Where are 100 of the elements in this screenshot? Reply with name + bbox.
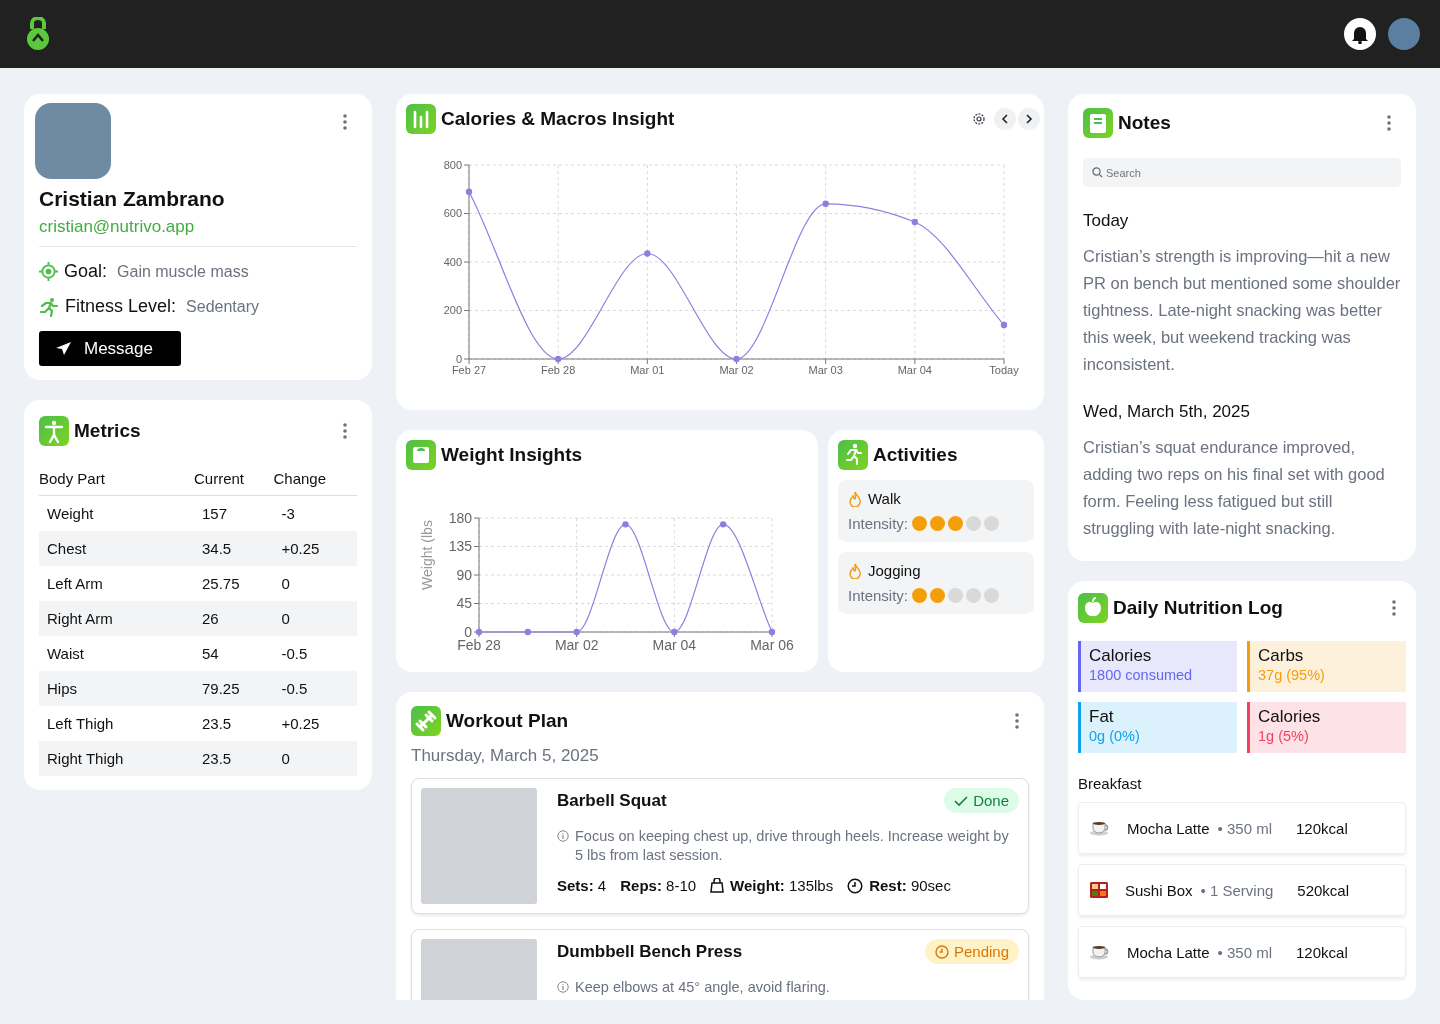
attribute-value: Sedentary [186, 297, 259, 316]
y-tick-label: 90 [456, 566, 472, 583]
table-cell: 157 [194, 495, 274, 531]
y-tick-label: 600 [443, 207, 462, 220]
y-tick-label: 135 [448, 538, 472, 555]
table-cell: -0.5 [273, 636, 357, 671]
table-cell: +0.25 [273, 531, 357, 566]
search-field[interactable]: Search [1083, 158, 1401, 187]
intensity-label: Intensity: [848, 515, 909, 532]
table-cell: Left Thigh [39, 706, 194, 741]
x-tick-label: Mar 04 [652, 637, 697, 653]
y-tick-label: 0 [455, 352, 462, 365]
macro-value: 37g (95%) [1258, 667, 1326, 683]
food-item[interactable]: Mocha Latte • 350 ml 120kcal [1078, 926, 1406, 978]
attribute-label: Fitness Level: [65, 296, 177, 317]
exercise-stat: Reps: 8-10 [620, 877, 697, 894]
table-cell: Weight [39, 495, 194, 531]
table-cell: -0.5 [273, 671, 357, 706]
table-cell: +0.25 [273, 706, 357, 741]
meal-heading: Breakfast [1078, 775, 1143, 792]
exercise-stat: Rest: 90sec [869, 877, 951, 894]
y-axis-title: Weight (lbs [419, 520, 435, 590]
x-tick-label: Mar 01 [630, 364, 665, 376]
activity-name: Walk [868, 490, 901, 507]
table-cell: 25.75 [194, 566, 274, 601]
y-tick-label: 200 [443, 304, 462, 317]
note-date: Today [1083, 211, 1130, 231]
food-calories: 120kcal [1296, 943, 1348, 961]
y-tick-label: 180 [448, 509, 472, 526]
message-button[interactable]: Message [39, 331, 181, 366]
card-title: Calories & Macros Insight [441, 108, 676, 130]
x-tick-label: Mar 06 [750, 637, 794, 653]
column-header: Body Part [39, 462, 194, 496]
exercise-note: Keep elbows at 45° angle, avoid flaring. [575, 978, 830, 997]
workout-date: Thursday, March 5, 2025 [411, 746, 600, 766]
food-item[interactable]: Mocha Latte • 350 ml 120kcal [1078, 802, 1406, 854]
table-cell: 23.5 [194, 741, 274, 776]
food-portion: • 1 Serving [1200, 881, 1274, 899]
card-title: Activities [873, 444, 959, 466]
macro-label: Carbs [1258, 646, 1305, 666]
table-cell: 34.5 [194, 531, 274, 566]
table-cell: 0 [273, 601, 357, 636]
exercise-stat: Weight: 135lbs [730, 877, 834, 894]
exercise-name: Barbell Squat [557, 790, 668, 811]
profile-email: cristian@nutrivo.app [39, 217, 357, 247]
card-title: Metrics [74, 420, 142, 442]
x-tick-label: Feb 27 [451, 364, 487, 376]
food-name: Sushi Box [1125, 881, 1193, 899]
column-header: Change [273, 462, 357, 496]
macro-label: Calories [1089, 646, 1153, 666]
y-tick-label: 800 [443, 158, 462, 171]
table-cell: 0 [273, 741, 357, 776]
note-text: Cristian’s strength is improving—hit a new PR on bench but mentioned some shoulder tightness. Late-night snacking was better this week, but weekend tracking was inconsistent. [1083, 246, 1401, 375]
macro-value: 1800 consumed [1089, 667, 1194, 683]
x-tick-label: Feb 28 [457, 637, 501, 653]
card-title: Weight Insights [441, 444, 584, 466]
macro-value: 0g (0%) [1089, 728, 1141, 744]
table-cell: Hips [39, 671, 194, 706]
note-date: Wed, March 5th, 2025 [1083, 402, 1251, 422]
card-title: Notes [1118, 112, 1172, 134]
x-tick-label: Today [989, 364, 1019, 376]
table-cell: 54 [194, 636, 274, 671]
attribute-value: Gain muscle mass [117, 262, 249, 281]
activity-name: Jogging [868, 562, 921, 579]
food-calories: 120kcal [1296, 819, 1348, 837]
exercise-note: Focus on keeping chest up, drive through heels. Increase weight by 5 lbs from last session. [575, 827, 1010, 865]
food-item[interactable]: Sushi Box • 1 Serving 520kcal [1078, 864, 1406, 916]
note-text: Cristian’s squat endurance improved, adding two reps on his final set with good form. Feeling less fatigued but still struggling with late-night snacking. [1083, 437, 1386, 539]
food-calories: 520kcal [1297, 881, 1350, 899]
food-portion: • 350 ml [1217, 819, 1272, 837]
status-badge: Done [944, 788, 1019, 813]
table-cell: Right Arm [39, 601, 194, 636]
macro-label: Calories [1258, 707, 1322, 727]
column-header: Current [194, 462, 274, 496]
exercise-stat: Sets: 4 [557, 877, 607, 894]
table-cell: -3 [273, 495, 357, 531]
table-cell: 26 [194, 601, 274, 636]
y-tick-label: 400 [443, 255, 462, 268]
table-cell: 79.25 [194, 671, 274, 706]
card-title: Daily Nutrition Log [1113, 597, 1284, 619]
food-name: Mocha Latte [1127, 943, 1210, 961]
y-tick-label: 0 [464, 623, 472, 640]
x-tick-label: Mar 02 [554, 637, 599, 653]
exercise-name: Dumbbell Bench Press [557, 941, 744, 962]
profile-name: Cristian Zambrano [39, 187, 226, 211]
table-cell: 23.5 [194, 706, 274, 741]
macro-value: 1g (5%) [1258, 728, 1310, 744]
y-tick-label: 45 [456, 595, 472, 612]
table-cell: Left Arm [39, 566, 194, 601]
table-cell: Chest [39, 531, 194, 566]
x-tick-label: Feb 28 [541, 364, 576, 376]
food-name: Mocha Latte [1127, 819, 1210, 837]
card-title: Workout Plan [446, 710, 570, 732]
attribute-label: Goal: [64, 261, 108, 282]
x-tick-label: Mar 04 [897, 364, 932, 376]
table-cell: 0 [273, 566, 357, 601]
food-portion: • 350 ml [1217, 943, 1272, 961]
x-tick-label: Mar 02 [719, 364, 754, 376]
x-tick-label: Mar 03 [808, 364, 843, 376]
table-cell: Right Thigh [39, 741, 194, 776]
